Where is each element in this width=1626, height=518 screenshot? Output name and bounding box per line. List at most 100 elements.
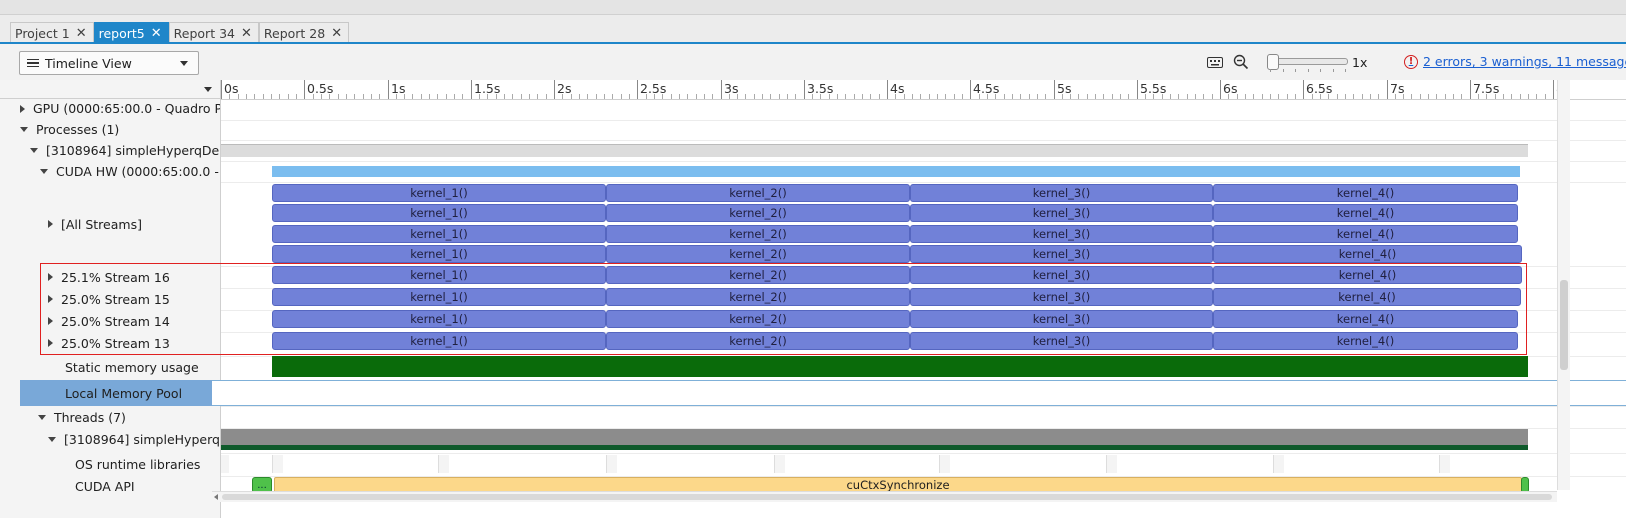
close-icon[interactable]: ✕ <box>76 26 87 41</box>
expand-icon[interactable] <box>48 295 53 303</box>
zoom-slider[interactable] <box>1267 54 1348 70</box>
ruler-minor-tick <box>1070 94 1071 99</box>
kernel-bar[interactable]: kernel_2() <box>606 310 910 328</box>
kernel-bar[interactable]: kernel_4() <box>1213 245 1522 263</box>
kernel-bar[interactable]: kernel_2() <box>606 332 910 350</box>
kernel-bar[interactable]: kernel_4() <box>1213 184 1518 202</box>
kernel-bar[interactable]: kernel_1() <box>272 288 606 306</box>
collapse-icon[interactable] <box>30 148 38 153</box>
scroll-left-icon[interactable] <box>214 494 218 500</box>
tree-row-25-1-stream-16[interactable]: 25.1% Stream 16 <box>0 266 220 288</box>
close-icon[interactable]: ✕ <box>241 26 252 41</box>
tree-row-3108964-simplehyperq[interactable]: [3108964] simpleHyperq <box>0 428 220 450</box>
tree-row-local-memory-pool[interactable]: Local Memory Pool <box>20 380 220 406</box>
ruler-minor-tick <box>1528 94 1529 99</box>
ruler-minor-tick <box>1328 94 1329 99</box>
zoom-slider-handle[interactable] <box>1267 54 1279 70</box>
os-runtime-segment[interactable] <box>221 455 229 473</box>
kernel-bar[interactable]: kernel_1() <box>272 245 606 263</box>
tree-row-threads-7[interactable]: Threads (7) <box>0 406 220 428</box>
diagnostics-link-label[interactable]: 2 errors, 3 warnings, 11 messages <box>1423 54 1626 69</box>
kernel-bar[interactable]: kernel_3() <box>910 184 1213 202</box>
expand-icon[interactable] <box>48 220 53 228</box>
kernel-bar[interactable]: kernel_1() <box>272 225 606 243</box>
keyboard-icon[interactable] <box>1207 57 1223 68</box>
os-runtime-segment[interactable] <box>272 455 283 473</box>
collapse-icon[interactable] <box>48 436 56 442</box>
horizontal-scrollbar[interactable] <box>212 491 1557 502</box>
kernel-bar[interactable]: kernel_1() <box>272 310 606 328</box>
kernel-bar[interactable]: kernel_1() <box>272 184 606 202</box>
kernel-bar[interactable]: kernel_2() <box>606 266 910 284</box>
vertical-scrollbar[interactable] <box>1557 80 1570 490</box>
expand-icon[interactable] <box>48 317 53 325</box>
kernel-bar[interactable]: kernel_2() <box>606 288 910 306</box>
kernel-bar[interactable]: kernel_4() <box>1213 332 1518 350</box>
tree-row-25-0-stream-15[interactable]: 25.0% Stream 15 <box>0 288 220 310</box>
zoom-out-icon[interactable] <box>1233 54 1249 70</box>
chevron-down-icon[interactable] <box>204 87 212 92</box>
kernel-bar[interactable]: kernel_3() <box>910 332 1213 350</box>
kernel-bar[interactable]: kernel_2() <box>606 225 910 243</box>
os-runtime-segment[interactable] <box>1439 455 1450 473</box>
tree-row-static-memory-usage[interactable]: Static memory usage <box>0 356 220 378</box>
tree-row-3108964-simplehyperqdep[interactable]: [3108964] simpleHyperqDep <box>0 140 220 161</box>
kernel-bar[interactable]: kernel_4() <box>1213 225 1518 243</box>
kernel-bar[interactable]: kernel_3() <box>910 204 1213 222</box>
tree-row-25-0-stream-14[interactable]: 25.0% Stream 14 <box>0 310 220 332</box>
kernel-bar[interactable]: kernel_1() <box>272 204 606 222</box>
timeline-area[interactable]: 0s 0.5s 1s 1.5s 2s 2.5s 3s 3.5s 4s 4.5s 5s 5.5s 6s 6.… <box>221 80 1626 518</box>
kernel-bar[interactable]: kernel_4() <box>1213 310 1518 328</box>
tab-project-1[interactable]: Project 1 ✕ <box>10 22 94 43</box>
cuda-hw-bar[interactable] <box>272 166 1520 177</box>
kernel-bar[interactable]: kernel_4() <box>1213 266 1522 284</box>
kernel-bar[interactable]: kernel_3() <box>910 266 1213 284</box>
scrollbar-thumb[interactable] <box>222 494 1552 500</box>
kernel-bar[interactable]: kernel_2() <box>606 184 910 202</box>
expand-icon[interactable] <box>48 273 53 281</box>
os-runtime-segment[interactable] <box>438 455 449 473</box>
thread-green-bar[interactable] <box>221 445 1528 450</box>
view-select[interactable]: Timeline View <box>19 51 199 75</box>
os-runtime-segment[interactable] <box>606 455 617 473</box>
collapse-icon[interactable] <box>20 127 28 132</box>
collapse-icon[interactable] <box>38 414 46 420</box>
tree-row-processes-1[interactable]: Processes (1) <box>0 119 220 140</box>
expand-icon[interactable] <box>48 339 53 347</box>
time-ruler[interactable]: 0s 0.5s 1s 1.5s 2s 2.5s 3s 3.5s 4s 4.5s 5s 5.5s 6s 6.… <box>221 80 1626 100</box>
tab-report5[interactable]: report5 ✕ <box>93 22 169 43</box>
ruler-minor-tick <box>1428 94 1429 99</box>
tree-row-25-0-stream-13[interactable]: 25.0% Stream 13 <box>0 332 220 354</box>
kernel-bar[interactable]: kernel_4() <box>1213 288 1521 306</box>
scrollbar-thumb[interactable] <box>1560 280 1568 370</box>
os-runtime-segment[interactable] <box>1273 455 1284 473</box>
tab-report-34[interactable]: Report 34 ✕ <box>168 22 259 43</box>
close-icon[interactable]: ✕ <box>331 26 342 41</box>
os-runtime-segment[interactable] <box>939 455 950 473</box>
tree-row-all-streams[interactable]: [All Streams] <box>0 182 220 266</box>
process-bar[interactable] <box>221 144 1528 157</box>
kernel-bar[interactable]: kernel_3() <box>910 310 1213 328</box>
kernel-bar[interactable]: kernel_3() <box>910 225 1213 243</box>
thread-activity-bar[interactable] <box>221 429 1528 445</box>
tree-row-os-runtime-libraries[interactable]: OS runtime libraries <box>0 453 220 475</box>
close-icon[interactable]: ✕ <box>151 26 162 41</box>
tree-row-cuda-api[interactable]: CUDA API <box>0 476 220 496</box>
kernel-bar[interactable]: kernel_3() <box>910 245 1213 263</box>
os-runtime-segment[interactable] <box>1106 455 1117 473</box>
tab-report-28[interactable]: Report 28 ✕ <box>258 22 350 43</box>
static-memory-bar[interactable] <box>272 356 1528 377</box>
diagnostics-link[interactable]: ! 2 errors, 3 warnings, 11 messages <box>1404 54 1626 69</box>
os-runtime-segment[interactable] <box>774 455 785 473</box>
collapse-icon[interactable] <box>40 169 48 174</box>
local-memory-pool-track[interactable] <box>212 380 1626 406</box>
kernel-bar[interactable]: kernel_2() <box>606 204 910 222</box>
tree-row-gpu-0000-65-00-0-quadro-p[interactable]: GPU (0000:65:00.0 - Quadro P <box>0 98 220 119</box>
kernel-bar[interactable]: kernel_4() <box>1213 204 1518 222</box>
kernel-bar[interactable]: kernel_2() <box>606 245 910 263</box>
kernel-bar[interactable]: kernel_1() <box>272 266 606 284</box>
kernel-bar[interactable]: kernel_1() <box>272 332 606 350</box>
expand-icon[interactable] <box>20 104 25 113</box>
kernel-bar[interactable]: kernel_3() <box>910 288 1213 306</box>
tree-row-cuda-hw-0000-65-00-0[interactable]: CUDA HW (0000:65:00.0 - <box>0 161 220 182</box>
